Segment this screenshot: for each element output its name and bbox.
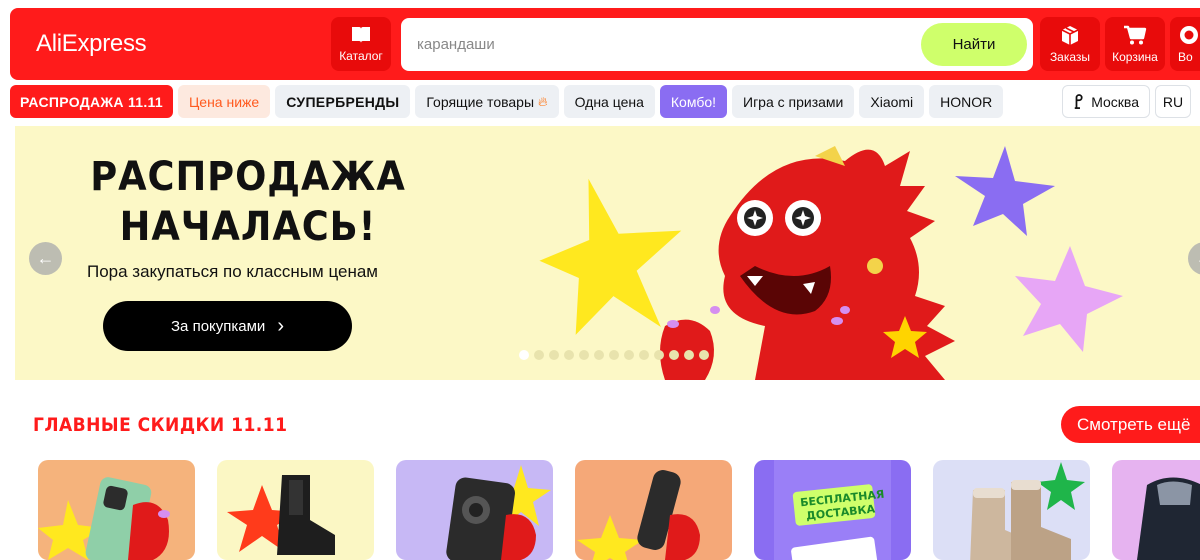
cart-icon bbox=[1123, 24, 1147, 46]
banner-shop-label: За покупками bbox=[171, 318, 265, 335]
dragon-mascot bbox=[660, 146, 955, 380]
banner-prev-button[interactable]: ← bbox=[29, 242, 62, 275]
slide-dot[interactable] bbox=[534, 350, 544, 360]
product-image bbox=[933, 460, 1090, 560]
product-card-microphone[interactable] bbox=[575, 460, 732, 560]
catalog-button[interactable]: Каталог bbox=[331, 17, 391, 71]
discount-cards: БЕСПЛАТНАЯ ДОСТАВКА bbox=[38, 460, 1200, 560]
product-image bbox=[38, 460, 195, 560]
slide-dot[interactable] bbox=[684, 350, 694, 360]
promo-banner[interactable]: РАСПРОДАЖА НАЧАЛАСЬ! Пора закупаться по … bbox=[15, 126, 1200, 380]
product-card-smartphone[interactable] bbox=[396, 460, 553, 560]
nav-chip-hot-goods-label: Горящие товары bbox=[426, 94, 534, 110]
banner-illustration bbox=[515, 126, 1200, 380]
user-icon bbox=[1178, 24, 1200, 46]
product-card-jacket[interactable] bbox=[1112, 460, 1200, 560]
cart-label: Корзина bbox=[1112, 50, 1158, 64]
box-icon bbox=[1059, 24, 1081, 46]
city-selector[interactable]: Москва bbox=[1062, 85, 1150, 118]
search-input[interactable] bbox=[417, 33, 897, 55]
nav-chip-hot-goods[interactable]: Горящие товары 🔥︎ bbox=[415, 85, 558, 118]
catalog-label: Каталог bbox=[339, 49, 383, 63]
language-selector[interactable]: RU bbox=[1155, 85, 1191, 118]
login-label: Во bbox=[1178, 50, 1193, 64]
slide-dot[interactable] bbox=[564, 350, 574, 360]
slide-dot[interactable] bbox=[594, 350, 604, 360]
banner-shop-button[interactable]: За покупками › bbox=[103, 301, 352, 351]
slide-dot[interactable] bbox=[639, 350, 649, 360]
banner-title-line2: НАЧАЛАСЬ! bbox=[41, 204, 455, 250]
see-more-button[interactable]: Смотреть ещё bbox=[1061, 406, 1200, 443]
banner-title-line1: РАСПРОДАЖА bbox=[41, 154, 455, 200]
catalog-book-icon bbox=[350, 25, 372, 45]
nav-chip-sale-11-11[interactable]: РАСПРОДАЖА 11.11 bbox=[10, 85, 173, 118]
top-header: AliExpress Каталог Найти Заказы Корзина bbox=[10, 8, 1200, 80]
product-image bbox=[575, 460, 732, 560]
banner-subtitle: Пора закупаться по классным ценам bbox=[87, 262, 378, 282]
product-image bbox=[396, 460, 553, 560]
product-image bbox=[217, 460, 374, 560]
nav-chip-xiaomi[interactable]: Xiaomi bbox=[859, 85, 924, 118]
pink-star-shape bbox=[1015, 246, 1123, 352]
cart-button[interactable]: Корзина bbox=[1105, 17, 1165, 71]
fire-icon: 🔥︎ bbox=[538, 94, 548, 110]
category-nav: РАСПРОДАЖА 11.11 Цена ниже СУПЕРБРЕНДЫ Г… bbox=[10, 85, 1003, 118]
purple-star-shape bbox=[955, 146, 1055, 236]
nav-chip-price-lower[interactable]: Цена ниже bbox=[178, 85, 270, 118]
nav-chip-one-price[interactable]: Одна цена bbox=[564, 85, 655, 118]
product-card-free-delivery[interactable]: БЕСПЛАТНАЯ ДОСТАВКА bbox=[754, 460, 911, 560]
slide-dot[interactable] bbox=[654, 350, 664, 360]
product-card-winter-boots[interactable] bbox=[933, 460, 1090, 560]
product-card-boots[interactable] bbox=[217, 460, 374, 560]
search-bar: Найти bbox=[401, 18, 1033, 71]
nav-chip-prize-game[interactable]: Игра с призами bbox=[732, 85, 854, 118]
slide-dot[interactable] bbox=[549, 350, 559, 360]
orders-button[interactable]: Заказы bbox=[1040, 17, 1100, 71]
slide-dot[interactable] bbox=[669, 350, 679, 360]
product-card-phone-green[interactable] bbox=[38, 460, 195, 560]
location-pin-icon bbox=[1073, 94, 1085, 110]
slide-indicators bbox=[519, 350, 709, 360]
orders-label: Заказы bbox=[1050, 50, 1090, 64]
chevron-right-icon: › bbox=[277, 315, 284, 338]
slide-dot[interactable] bbox=[519, 350, 529, 360]
aliexpress-logo[interactable]: AliExpress bbox=[36, 30, 146, 58]
arrow-left-icon: ← bbox=[37, 248, 55, 269]
product-image bbox=[1112, 460, 1200, 560]
nav-chip-combo[interactable]: Комбо! bbox=[660, 85, 727, 118]
nav-chip-superbrands[interactable]: СУПЕРБРЕНДЫ bbox=[275, 85, 410, 118]
slide-dot[interactable] bbox=[624, 350, 634, 360]
nav-chip-honor[interactable]: HONOR bbox=[929, 85, 1003, 118]
login-button[interactable]: Во bbox=[1170, 17, 1200, 71]
city-label: Москва bbox=[1091, 94, 1139, 110]
slide-dot[interactable] bbox=[699, 350, 709, 360]
slide-dot[interactable] bbox=[609, 350, 619, 360]
slide-dot[interactable] bbox=[579, 350, 589, 360]
section-title: ГЛАВНЫЕ СКИДКИ 11.11 bbox=[33, 414, 287, 436]
search-button[interactable]: Найти bbox=[921, 23, 1027, 66]
arrow-right-icon: → bbox=[1196, 248, 1200, 269]
